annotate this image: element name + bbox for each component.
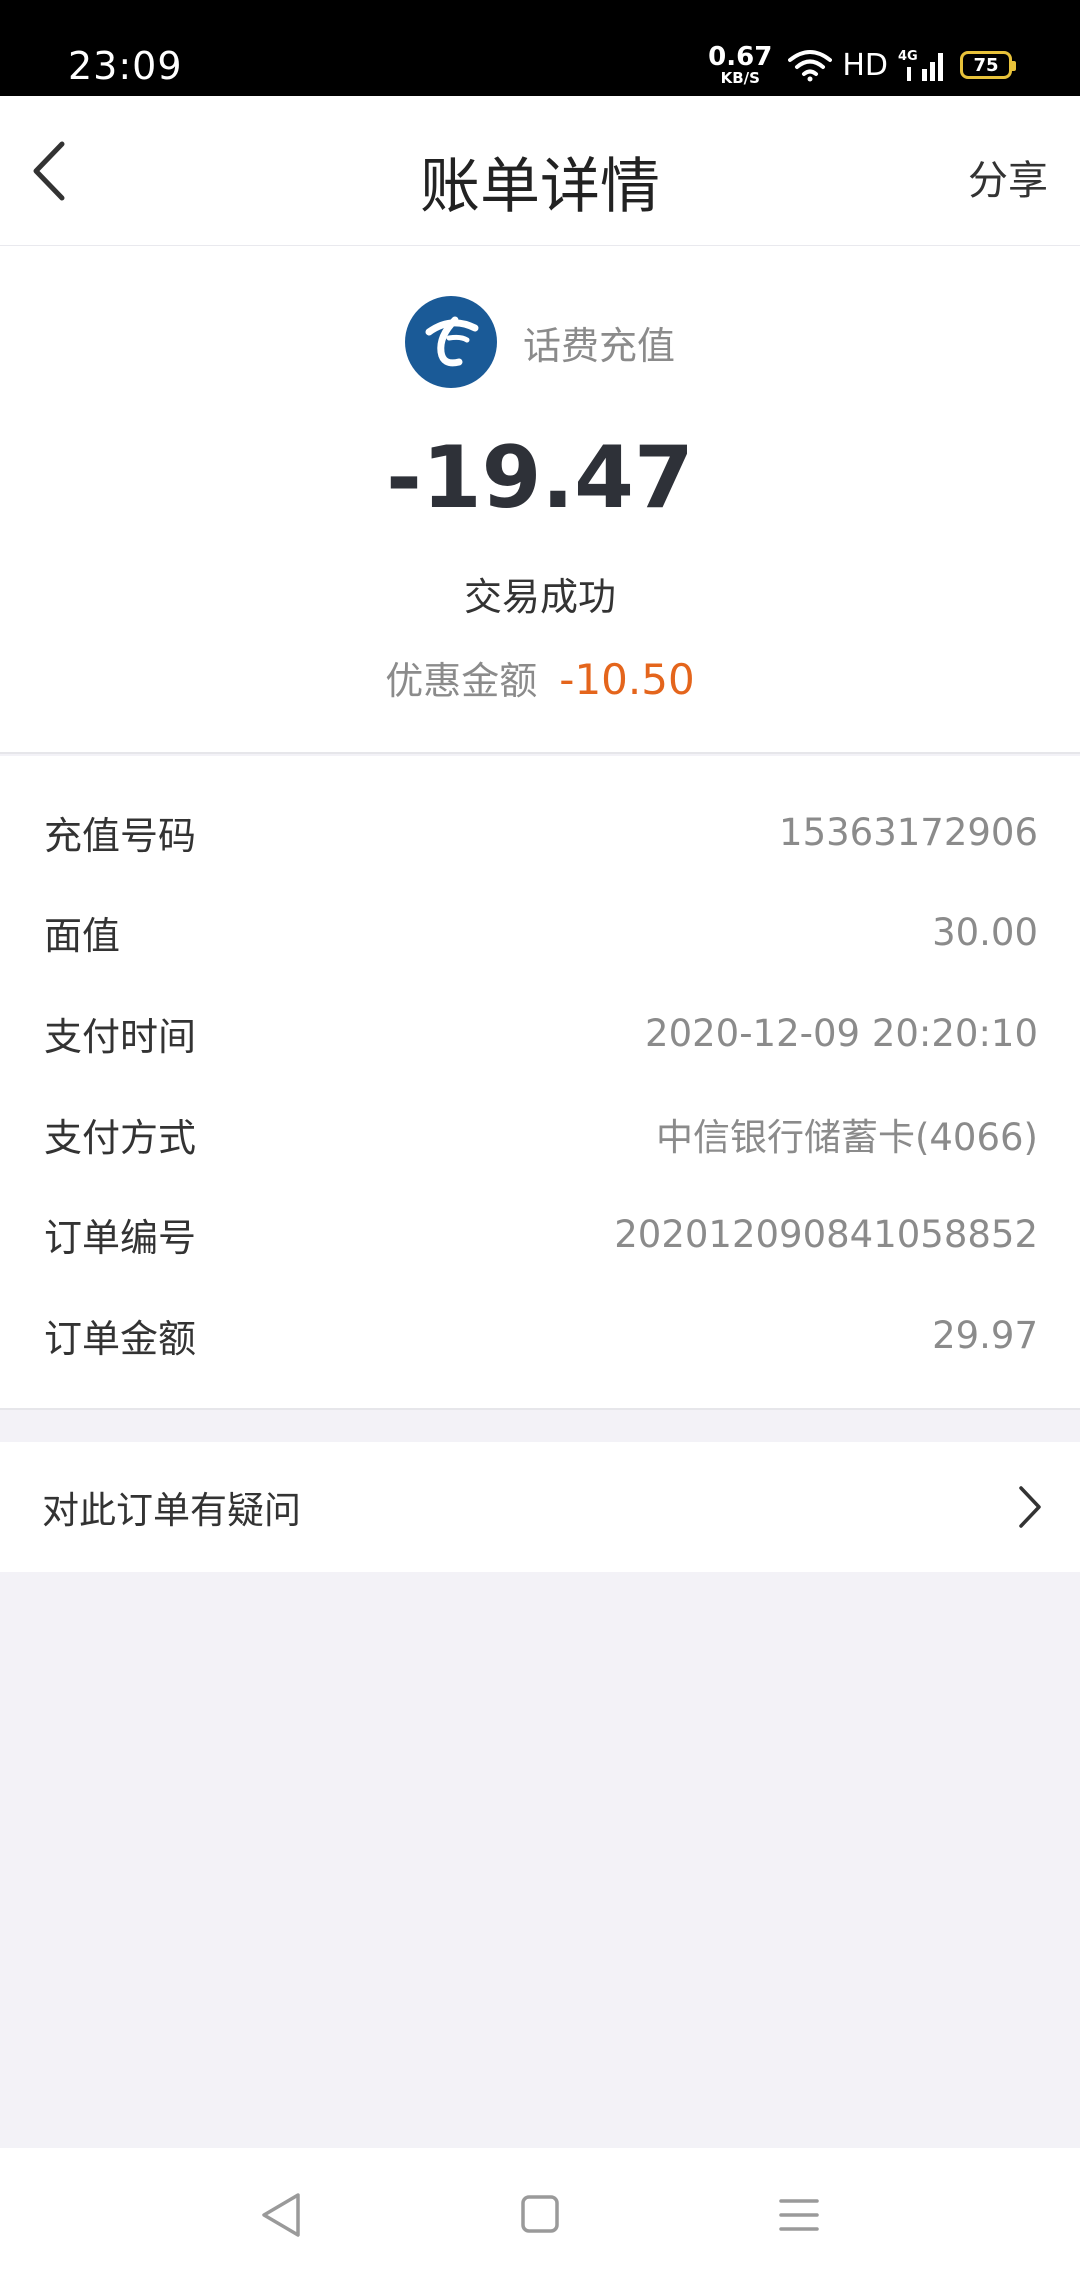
detail-row-order-number: 订单编号 202012090841058852 <box>0 1184 1080 1284</box>
nav-home-icon[interactable] <box>520 2194 560 2234</box>
status-bar: 23:09 0.67 KB/S HD 4G 75 <box>0 0 1080 96</box>
transaction-amount: -19.47 <box>386 428 694 528</box>
network-speed: 0.67 KB/S <box>708 44 772 86</box>
detail-value: 15363172906 <box>779 810 1038 854</box>
app-header: 账单详情 分享 <box>0 96 1080 246</box>
network-speed-value: 0.67 <box>708 42 773 72</box>
signal-icon: 4G <box>898 49 943 81</box>
detail-label: 订单编号 <box>44 1215 197 1260</box>
detail-label: 充值号码 <box>44 813 197 858</box>
nav-menu-icon[interactable] <box>778 2196 820 2234</box>
merchant-name: 话费充值 <box>522 323 675 368</box>
detail-value: 30.00 <box>932 910 1038 954</box>
discount-value: -10.50 <box>559 655 695 704</box>
status-indicators: 0.67 KB/S HD 4G 75 <box>708 40 1016 90</box>
status-time: 23:09 <box>68 44 183 88</box>
network-speed-unit: KB/S <box>720 69 760 87</box>
order-question-row[interactable]: 对此订单有疑问 <box>0 1442 1080 1572</box>
page-title: 账单详情 <box>420 152 660 222</box>
nav-back-icon[interactable] <box>258 2190 304 2240</box>
detail-row-recharge-number: 充值号码 15363172906 <box>0 782 1080 882</box>
detail-value: 2020-12-09 20:20:10 <box>645 1011 1038 1055</box>
china-telecom-logo-icon <box>404 296 497 388</box>
share-button[interactable]: 分享 <box>968 148 1048 206</box>
detail-label: 支付时间 <box>44 1014 197 1059</box>
detail-value: 中信银行储蓄卡(4066) <box>655 1116 1038 1159</box>
detail-value: 202012090841058852 <box>614 1212 1038 1256</box>
battery-icon: 75 <box>960 51 1016 79</box>
order-question-label: 对此订单有疑问 <box>42 1489 301 1532</box>
detail-label: 订单金额 <box>44 1316 197 1361</box>
detail-row-order-amount: 订单金额 29.97 <box>0 1285 1080 1385</box>
detail-row-face-value: 面值 30.00 <box>0 882 1080 982</box>
merchant-info: 话费充值 <box>0 296 1080 388</box>
detail-row-payment-time: 支付时间 2020-12-09 20:20:10 <box>0 983 1080 1083</box>
detail-row-payment-method: 支付方式 中信银行储蓄卡(4066) <box>0 1084 1080 1184</box>
transaction-status: 交易成功 <box>463 575 616 619</box>
order-details: 充值号码 15363172906 面值 30.00 支付时间 2020-12-0… <box>0 756 1080 1410</box>
wifi-icon <box>788 50 833 82</box>
detail-value: 29.97 <box>932 1313 1038 1357</box>
chevron-right-icon <box>1019 1486 1041 1528</box>
detail-label: 支付方式 <box>44 1115 197 1160</box>
discount-label: 优惠金额 <box>385 659 538 703</box>
system-nav-bar <box>0 2148 1080 2280</box>
discount-info: 优惠金额 -10.50 <box>0 650 1080 705</box>
battery-level: 75 <box>973 54 999 76</box>
detail-label: 面值 <box>44 913 121 958</box>
hd-label: HD <box>842 47 888 83</box>
transaction-summary: 话费充值 -19.47 交易成功 优惠金额 -10.50 <box>0 246 1080 754</box>
network-type-label: 4G <box>898 49 918 64</box>
